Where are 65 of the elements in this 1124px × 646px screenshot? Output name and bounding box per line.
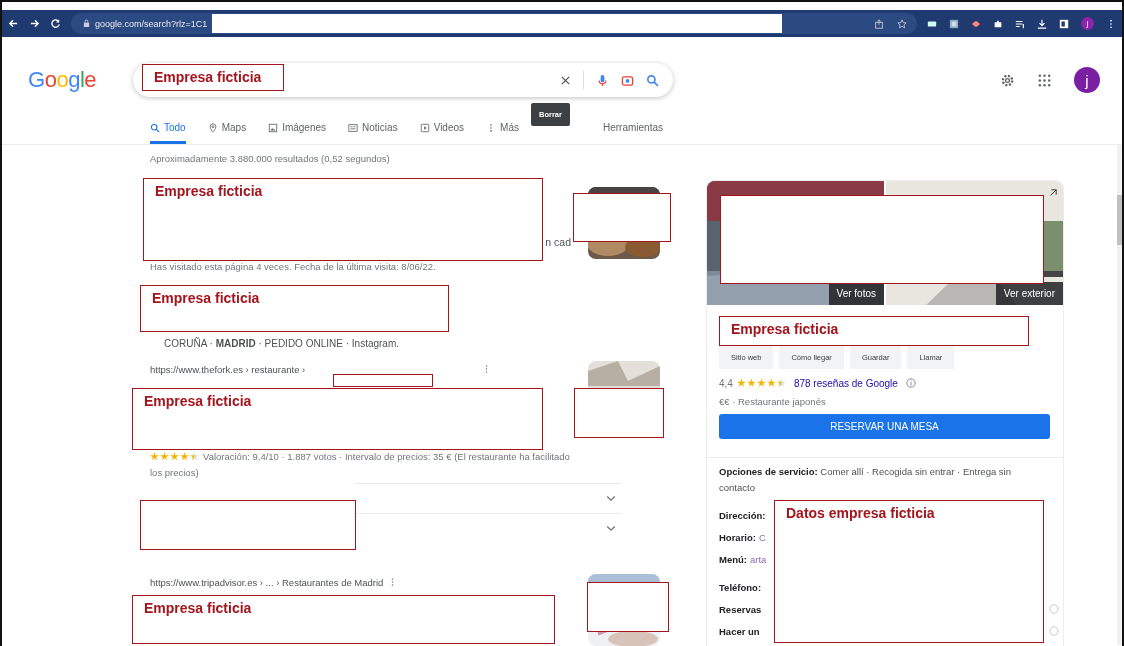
share-icon[interactable] — [874, 18, 884, 29]
result-url: https://www.thefork.es › restaurante › — [150, 363, 306, 375]
url-text: google.com/search?rlz=1C1 — [95, 18, 208, 29]
bookmark-star-icon[interactable] — [897, 18, 907, 29]
address-bar[interactable]: google.com/search?rlz=1C1 — [71, 13, 917, 34]
reading-list-icon[interactable] — [1015, 18, 1025, 29]
redaction-label: Empresa ficticia — [155, 183, 263, 199]
street-view-button[interactable]: Ver exterior — [995, 282, 1063, 305]
search-tab[interactable]: Videos — [419, 114, 465, 144]
visited-note: Has visitado esta página 4 veces. Fecha de la última visita: 8/06/22. — [150, 261, 437, 272]
extension-icon[interactable] — [949, 18, 959, 29]
image-icon — [268, 122, 279, 133]
redaction-label: Datos empresa ficticia — [786, 505, 935, 521]
google-logo[interactable]: Google — [28, 67, 108, 93]
lock-icon — [83, 19, 90, 28]
info-label: Reservas — [719, 603, 762, 615]
profile-avatar[interactable]: j — [1081, 17, 1094, 30]
search-tab[interactable]: Más — [486, 114, 519, 144]
profile-avatar[interactable]: j — [1074, 67, 1100, 93]
scrollbar[interactable] — [1117, 145, 1122, 645]
info-label: Horario: — [719, 531, 756, 543]
redaction-label: Empresa ficticia — [144, 600, 252, 616]
settings-icon[interactable] — [1000, 72, 1015, 88]
pin-icon — [207, 122, 218, 133]
download-icon[interactable] — [1037, 18, 1047, 29]
info-value[interactable]: arta — [749, 553, 767, 565]
redaction-label: Empresa ficticia — [731, 321, 839, 337]
info-value[interactable]: C — [758, 531, 766, 543]
search-tab[interactable]: Imágenes — [268, 114, 327, 144]
result-url: https://www.tripadvisor.es › ... › Restaurantes de Madrid — [150, 576, 384, 588]
rating-details: Valoración: 9,4/10 · 1.887 votos · Intervalo de precios: 35 € (El restaurante ha facilitado los precios) — [150, 451, 570, 478]
extension-icon[interactable] — [971, 18, 981, 29]
category-text: €€ · Restaurante japonés — [719, 396, 827, 407]
puzzle-icon[interactable] — [993, 18, 1003, 29]
search-icon[interactable] — [646, 73, 659, 87]
info-label: Dirección: — [719, 509, 766, 521]
reserve-button[interactable]: RESERVAR UNA MESA — [719, 414, 1050, 439]
reload-icon[interactable] — [50, 18, 61, 29]
site-links: CORUÑA · MADRID · PEDIDO ONLINE · Instagram. — [164, 338, 400, 351]
play-icon — [419, 122, 430, 133]
tools-tab[interactable]: Herramientas — [602, 114, 663, 144]
result-snippet: n cad — [545, 236, 571, 248]
info-label: Hacer un — [719, 625, 760, 637]
search-tab[interactable]: Todo — [150, 114, 186, 144]
expand-icon[interactable] — [1049, 189, 1057, 197]
close-icon[interactable] — [560, 74, 571, 86]
forward-icon[interactable] — [29, 18, 40, 29]
info-label: Menú: — [719, 553, 747, 565]
redaction-label: Empresa ficticia — [152, 290, 260, 306]
camera-icon[interactable] — [621, 73, 634, 87]
result-stats: Aproximadamente 3.880.000 resultados (0,52 segundos) — [150, 153, 391, 166]
search-tab[interactable]: Maps — [207, 114, 247, 144]
info-label: Teléfono: — [719, 581, 762, 593]
redaction-label: Empresa ficticia — [154, 69, 262, 85]
search-icon — [150, 122, 160, 133]
apps-grid-icon[interactable] — [1037, 72, 1052, 88]
service-options: Opciones de servicio: Comer allí · Recogida sin entrar · Entrega sin contacto — [719, 464, 1019, 496]
rating-value: 4,4 — [719, 377, 733, 389]
news-icon — [348, 122, 359, 133]
side-panel-icon[interactable] — [1059, 18, 1069, 29]
redaction-label: Empresa ficticia — [144, 393, 252, 409]
search-tab[interactable]: Noticias — [348, 114, 398, 144]
back-icon[interactable] — [8, 18, 19, 29]
microphone-icon[interactable] — [596, 73, 609, 87]
reviews-link[interactable]: 878 reseñas de Google — [793, 377, 898, 389]
